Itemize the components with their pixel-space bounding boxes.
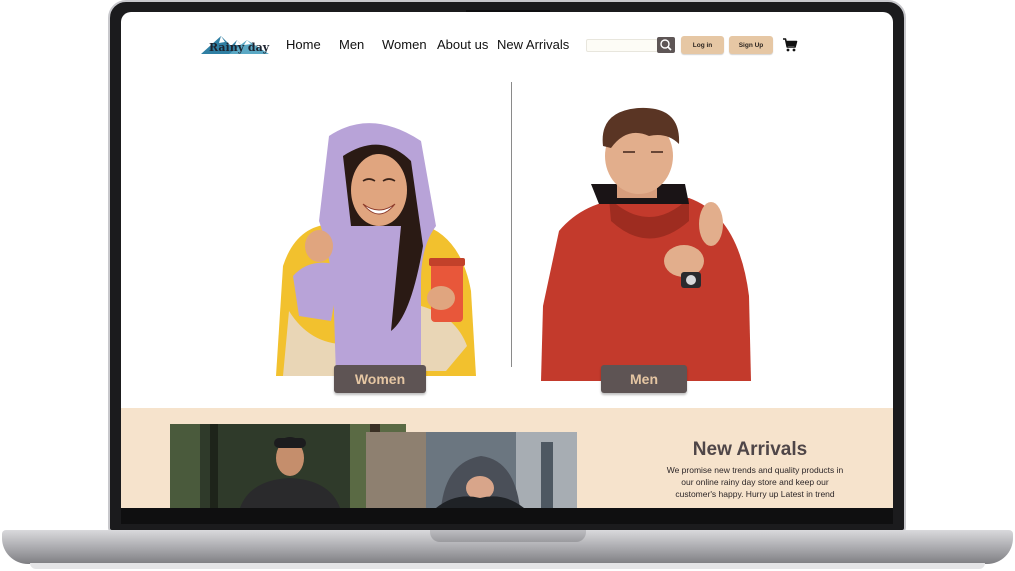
arrival-photo-street[interactable]: [366, 432, 577, 508]
new-arrivals-title: New Arrivals: [692, 439, 808, 460]
nav-about-us[interactable]: About us: [437, 37, 488, 52]
hero-divider: [511, 82, 512, 367]
cart-icon: [783, 38, 798, 52]
men-model-image[interactable]: [539, 106, 754, 381]
laptop-hinge-notch: [430, 530, 586, 542]
nav-new-arrivals[interactable]: New Arrivals: [497, 37, 569, 52]
nav-home[interactable]: Home: [286, 37, 321, 52]
nav-women[interactable]: Women: [382, 37, 427, 52]
women-model-image[interactable]: [271, 116, 481, 381]
men-category-button[interactable]: Men: [601, 365, 687, 393]
women-category-button[interactable]: Women: [334, 365, 426, 393]
site-logo[interactable]: Rainy day: [199, 32, 271, 58]
laptop-shadow: [30, 563, 985, 569]
logo-text: Rainy day: [209, 41, 270, 54]
website-screen: Rainy day Home Men Women About us New Ar…: [121, 12, 893, 508]
cart-button[interactable]: [782, 37, 798, 53]
login-button[interactable]: Log in: [681, 36, 724, 54]
nav-men[interactable]: Men: [339, 37, 364, 52]
search-button[interactable]: [657, 37, 675, 53]
signup-button[interactable]: Sign Up: [729, 36, 773, 54]
new-arrivals-description: We promise new trends and quality produc…: [666, 465, 844, 499]
search-input[interactable]: [586, 39, 658, 52]
search-icon: [660, 39, 672, 51]
arrival-photo-street-image: [366, 432, 577, 508]
screen-bezel-bottom: [121, 508, 893, 524]
